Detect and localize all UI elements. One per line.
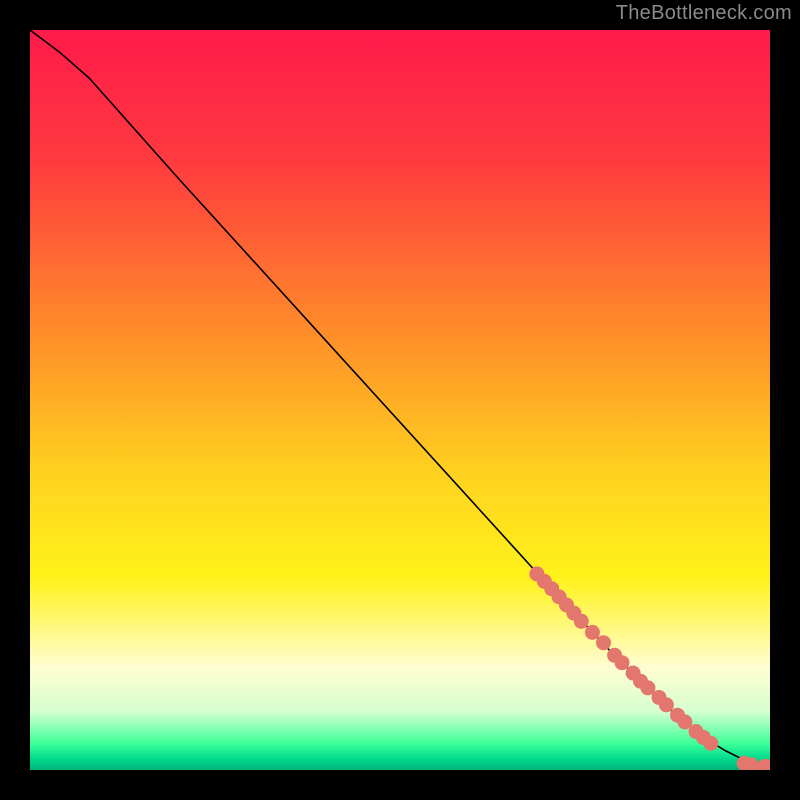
data-point — [596, 635, 611, 650]
data-point — [659, 697, 674, 712]
data-point — [585, 625, 600, 640]
chart-svg — [30, 30, 770, 770]
data-point — [615, 655, 630, 670]
chart-frame: TheBottleneck.com — [0, 0, 800, 800]
data-point — [703, 736, 718, 751]
watermark-text: TheBottleneck.com — [616, 2, 792, 25]
data-point — [574, 614, 589, 629]
plot-area — [30, 30, 770, 770]
gradient-bg — [30, 30, 770, 770]
